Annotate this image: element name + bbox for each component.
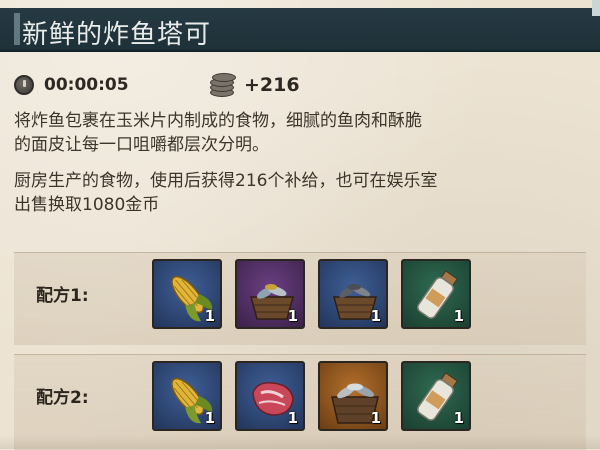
ingredient-slot[interactable]: 1 [152, 361, 222, 431]
item-count: 1 [370, 409, 381, 427]
title-bar: 新鲜的炸鱼塔可 [0, 8, 600, 52]
ingredient-slot[interactable]: 1 [318, 259, 388, 329]
description-line: 的面皮让每一口咀嚼都层次分明。 [14, 135, 269, 155]
ingredient-slot[interactable]: 1 [318, 361, 388, 431]
item-count: 1 [453, 307, 464, 325]
production-time: 00:00:05 [44, 75, 129, 95]
coins-icon [208, 73, 236, 97]
description-line: 厨房生产的食物，使用后获得216个补给，也可在娱乐室 [14, 171, 438, 191]
ingredient-slot[interactable]: 1 [235, 361, 305, 431]
reward-stat: +216 [208, 73, 300, 97]
description-line: 将炸鱼包裹在玉米片内制成的食物，细腻的鱼肉和酥脆 [14, 111, 422, 131]
supply-reward: +216 [244, 74, 300, 96]
recipe-label: 配方2: [36, 388, 89, 408]
item-count: 1 [287, 307, 298, 325]
item-count: 1 [204, 307, 215, 325]
item-count: 1 [204, 409, 215, 427]
item-title: 新鲜的炸鱼塔可 [22, 20, 212, 50]
corner-tab [592, 0, 600, 16]
item-count: 1 [453, 409, 464, 427]
clock-icon [14, 75, 34, 95]
description-line: 出售换取1080金币 [14, 195, 160, 215]
ingredient-slot[interactable]: 1 [401, 361, 471, 431]
bottom-shadow [0, 435, 600, 449]
item-count: 1 [370, 307, 381, 325]
time-stat: 00:00:05 [14, 74, 129, 96]
ingredient-slot[interactable]: 1 [235, 259, 305, 329]
recipe-label: 配方1: [36, 286, 89, 306]
recipe-row-1: 配方1: 1 1 1 1 [14, 252, 586, 345]
item-count: 1 [287, 409, 298, 427]
ingredient-slot[interactable]: 1 [401, 259, 471, 329]
ingredient-slot[interactable]: 1 [152, 259, 222, 329]
